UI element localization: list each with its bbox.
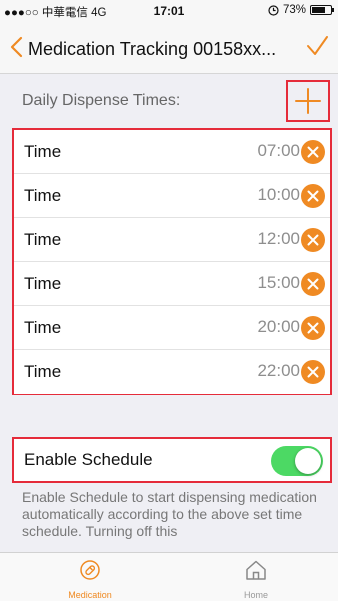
enable-schedule-toggle[interactable] (271, 446, 323, 476)
time-row[interactable]: Time 10:00 (14, 174, 330, 218)
time-label: Time (24, 230, 62, 249)
remove-time-button[interactable] (301, 228, 325, 252)
remove-time-button[interactable] (301, 316, 325, 340)
status-bar: ●●●○○ 中華電信 4G 17:01 73% (0, 0, 338, 22)
tab-bar: Medication Home (0, 552, 338, 601)
remove-time-button[interactable] (301, 272, 325, 296)
remove-time-button[interactable] (301, 360, 325, 384)
close-icon (307, 278, 319, 290)
enable-schedule-row: Enable Schedule (12, 437, 332, 483)
close-icon (307, 322, 319, 334)
plus-icon (295, 88, 321, 114)
time-label: Time (24, 318, 62, 337)
time-row[interactable]: Time 07:00 (14, 130, 330, 174)
time-label: Time (24, 186, 62, 205)
time-row[interactable]: Time 12:00 (14, 218, 330, 262)
enable-schedule-label: Enable Schedule (24, 450, 153, 469)
time-value[interactable]: 07:00 (257, 141, 300, 161)
alarm-icon (268, 4, 279, 16)
time-value[interactable]: 10:00 (257, 185, 300, 205)
time-value[interactable]: 20:00 (257, 317, 300, 337)
time-row[interactable]: Time 15:00 (14, 262, 330, 306)
close-icon (307, 146, 319, 158)
checkmark-icon[interactable] (302, 31, 332, 61)
time-row[interactable]: Time 22:00 (14, 350, 330, 394)
back-chevron-icon[interactable] (4, 32, 30, 62)
battery-percent: 73% (282, 4, 306, 16)
navigation-bar: Medication Tracking 00158xx... (0, 22, 338, 74)
time-value[interactable]: 22:00 (257, 361, 300, 381)
page-title: Medication Tracking 00158xx... (28, 39, 277, 59)
battery-icon (310, 5, 334, 15)
home-icon (246, 560, 266, 580)
tab-home-label: Home (243, 590, 268, 600)
time-label: Time (24, 362, 62, 381)
close-icon (307, 190, 319, 202)
dispense-time-list: Time 07:00 Time 10:00 Time 12:00 Time 15… (12, 128, 332, 395)
remove-time-button[interactable] (301, 184, 325, 208)
time-row[interactable]: Time 20:00 (14, 306, 330, 350)
time-label: Time (24, 274, 62, 293)
remove-time-button[interactable] (301, 140, 325, 164)
schedule-description: Enable Schedule to start dispensing medi… (22, 489, 317, 539)
tab-medication-label: Medication (68, 590, 112, 600)
tab-home[interactable]: Home (206, 553, 306, 601)
time-value[interactable]: 12:00 (257, 229, 300, 249)
time-value[interactable]: 15:00 (257, 273, 300, 293)
close-icon (307, 234, 319, 246)
time-label: Time (24, 142, 62, 161)
tab-medication[interactable]: Medication (40, 553, 140, 601)
battery-status: 73% (268, 4, 334, 16)
toggle-knob (295, 448, 321, 474)
close-icon (307, 366, 319, 378)
medication-icon (80, 560, 100, 580)
add-time-button[interactable] (286, 80, 330, 122)
dispense-times-heading: Daily Dispense Times: (22, 92, 181, 109)
battery-level (312, 7, 326, 13)
